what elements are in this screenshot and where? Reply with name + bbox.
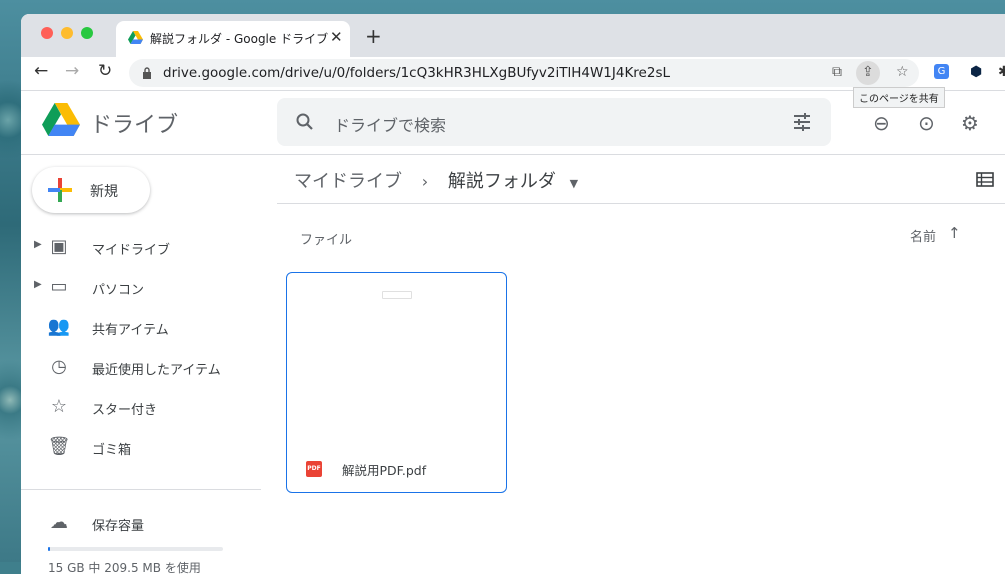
breadcrumb: マイドライブ › 解説フォルダ ▼ bbox=[294, 167, 578, 193]
shared-icon: 👥 bbox=[47, 316, 71, 337]
sidebar-item-starred[interactable]: ☆ スター付き bbox=[21, 387, 261, 427]
file-name: 解説用PDF.pdf bbox=[342, 463, 427, 478]
bookmark-star-icon[interactable]: ☆ bbox=[896, 64, 909, 80]
breadcrumb-current-folder[interactable]: 解説フォルダ bbox=[448, 171, 556, 192]
recent-icon: ◷ bbox=[51, 356, 67, 377]
storage-usage-text: 15 GB 中 209.5 MB を使用 bbox=[48, 561, 201, 574]
search-box[interactable]: ドライブで検索 bbox=[277, 98, 831, 146]
new-tab-button[interactable]: + bbox=[365, 24, 382, 48]
tab-title: 解説フォルダ - Google ドライブ bbox=[150, 32, 329, 46]
app-name[interactable]: ドライブ bbox=[90, 107, 178, 139]
puzzle-extensions-icon[interactable]: ✱ bbox=[998, 64, 1005, 80]
search-input[interactable]: ドライブで検索 bbox=[334, 112, 446, 136]
expand-arrow-icon[interactable]: ▶ bbox=[34, 279, 42, 290]
lock-icon bbox=[143, 67, 151, 79]
zoom-window-button[interactable] bbox=[81, 27, 93, 39]
sort-by-name-button[interactable]: 名前 bbox=[910, 226, 936, 245]
file-card[interactable]: PDF 解説用PDF.pdf bbox=[286, 272, 507, 493]
pdf-file-icon: PDF bbox=[306, 461, 322, 477]
sidebar-item-shared[interactable]: 👥 共有アイテム bbox=[21, 307, 261, 347]
search-options-icon[interactable] bbox=[792, 112, 812, 132]
share-tooltip: このページを共有 bbox=[853, 87, 945, 108]
my-drive-icon: ▣ bbox=[50, 236, 68, 257]
plus-icon bbox=[48, 178, 72, 202]
reload-icon[interactable]: ↻ bbox=[98, 61, 112, 81]
list-view-icon[interactable] bbox=[976, 172, 994, 187]
storage-progress-bar bbox=[48, 547, 223, 551]
extension-icon[interactable]: ⬢ bbox=[970, 64, 982, 80]
sidebar-item-label: パソコン bbox=[92, 283, 145, 298]
star-icon: ☆ bbox=[50, 396, 68, 417]
sidebar-item-label: スター付き bbox=[92, 403, 158, 418]
sidebar-item-label: 保存容量 bbox=[92, 519, 145, 534]
expand-arrow-icon[interactable]: ▶ bbox=[34, 239, 42, 250]
drive-favicon-icon bbox=[128, 31, 143, 44]
search-icon[interactable] bbox=[295, 112, 315, 132]
cloud-icon: ☁ bbox=[50, 512, 68, 533]
minimize-window-button[interactable] bbox=[61, 27, 73, 39]
sidebar-item-label: ゴミ箱 bbox=[92, 443, 132, 458]
tab-bar: 解説フォルダ - Google ドライブ ✕ + bbox=[21, 14, 1005, 57]
trash-icon: 🗑 bbox=[47, 436, 71, 457]
settings-gear-icon[interactable]: ⚙ bbox=[961, 111, 979, 135]
back-icon[interactable]: ← bbox=[34, 61, 48, 81]
sidebar-item-label: 最近使用したアイテム bbox=[92, 363, 221, 378]
share-icon: ⇪ bbox=[862, 64, 874, 80]
sidebar-item-trash[interactable]: 🗑 ゴミ箱 bbox=[21, 427, 261, 467]
tab-close-icon[interactable]: ✕ bbox=[330, 28, 343, 46]
new-button-label: 新規 bbox=[90, 184, 118, 200]
open-external-icon[interactable]: ⧉ bbox=[832, 64, 842, 80]
close-window-button[interactable] bbox=[41, 27, 53, 39]
address-bar[interactable]: drive.google.com/drive/u/0/folders/1cQ3k… bbox=[129, 59, 919, 87]
main-content: マイドライブ › 解説フォルダ ▼ ファイル 名前 ↑ PDF 解説用PDF.p… bbox=[277, 155, 1005, 574]
breadcrumb-my-drive[interactable]: マイドライブ bbox=[294, 171, 402, 192]
files-section-label: ファイル bbox=[300, 233, 353, 248]
offline-status-icon[interactable]: ⊖ bbox=[873, 111, 890, 135]
file-thumbnail bbox=[382, 291, 412, 299]
browser-tab[interactable]: 解説フォルダ - Google ドライブ ✕ bbox=[116, 21, 350, 57]
storage-progress-fill bbox=[48, 547, 51, 551]
drive-logo-icon[interactable] bbox=[42, 103, 80, 136]
main-divider bbox=[277, 203, 1005, 204]
help-icon[interactable]: ⊙ bbox=[918, 111, 935, 135]
forward-icon[interactable]: → bbox=[65, 61, 79, 81]
folder-dropdown-icon[interactable]: ▼ bbox=[570, 177, 578, 190]
new-button[interactable]: 新規 bbox=[32, 167, 150, 213]
sidebar-item-my-drive[interactable]: ▶ ▣ マイドライブ bbox=[21, 227, 261, 267]
breadcrumb-separator-icon: › bbox=[421, 172, 429, 191]
sidebar-item-label: マイドライブ bbox=[92, 243, 171, 258]
browser-toolbar: ← → ↻ drive.google.com/drive/u/0/folders… bbox=[21, 57, 1005, 91]
sidebar-item-recent[interactable]: ◷ 最近使用したアイテム bbox=[21, 347, 261, 387]
computers-icon: ▭ bbox=[50, 276, 68, 297]
url-text: drive.google.com/drive/u/0/folders/1cQ3k… bbox=[163, 65, 671, 81]
sidebar-divider bbox=[21, 489, 261, 490]
sidebar-item-storage[interactable]: ☁ 保存容量 bbox=[21, 503, 261, 543]
sidebar-item-computers[interactable]: ▶ ▭ パソコン bbox=[21, 267, 261, 307]
sidebar-item-label: 共有アイテム bbox=[92, 323, 169, 338]
translate-extension-icon[interactable]: G bbox=[934, 64, 949, 79]
sidebar: 新規 ▶ ▣ マイドライブ ▶ ▭ パソコン 👥 共有アイテム ◷ 最近使用した… bbox=[21, 155, 261, 574]
sort-ascending-arrow-icon[interactable]: ↑ bbox=[948, 224, 961, 242]
